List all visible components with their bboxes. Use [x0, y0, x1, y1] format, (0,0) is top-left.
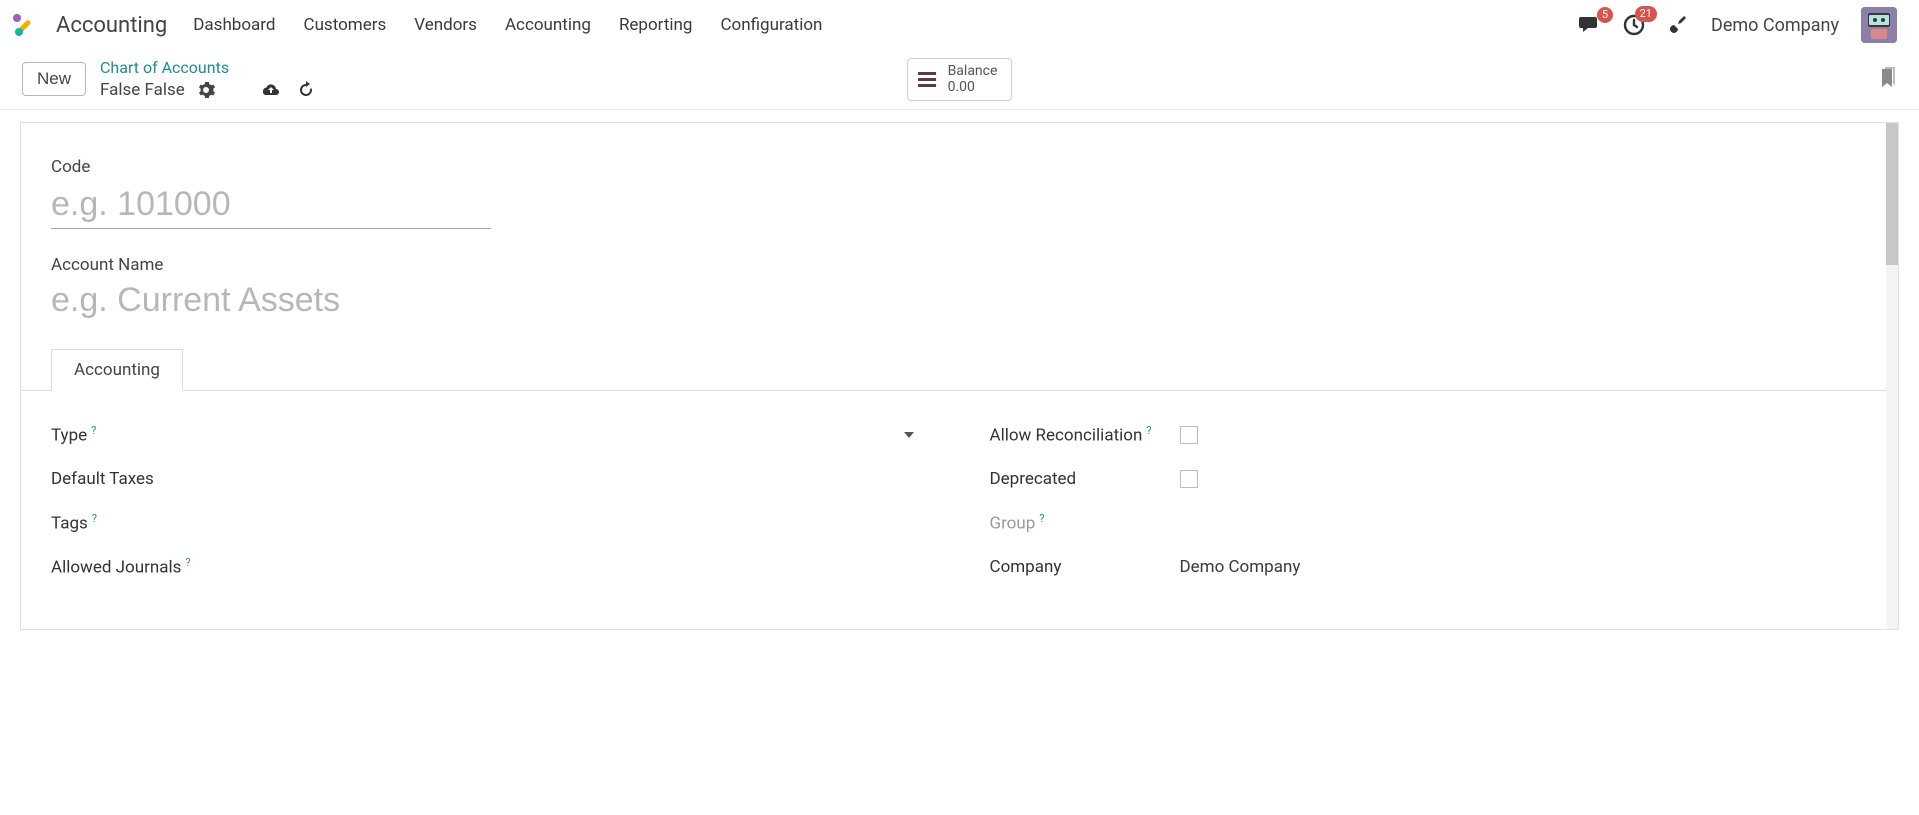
discard-icon[interactable] — [297, 81, 315, 99]
account-name-input[interactable] — [51, 279, 651, 322]
messages-badge: 5 — [1597, 7, 1613, 23]
hamburger-icon — [918, 72, 936, 87]
code-label: Code — [51, 157, 1868, 177]
help-icon[interactable]: ? — [1146, 424, 1151, 437]
group-label: Group — [990, 514, 1036, 534]
company-value: Demo Company — [1180, 557, 1301, 577]
left-column: Type? Default Taxes — [51, 413, 930, 589]
code-input[interactable] — [51, 181, 491, 229]
tags-label: Tags — [51, 514, 88, 534]
activities-icon[interactable]: 21 — [1623, 14, 1645, 36]
help-icon[interactable]: ? — [91, 424, 96, 437]
allowed-journals-label: Allowed Journals — [51, 558, 181, 578]
breadcrumb: Chart of Accounts False False — [100, 58, 315, 101]
tab-accounting[interactable]: Accounting — [51, 349, 183, 391]
nav-item-configuration[interactable]: Configuration — [720, 15, 822, 35]
default-taxes-label: Default Taxes — [51, 469, 241, 489]
navbar: Accounting Dashboard Customers Vendors A… — [0, 0, 1919, 50]
breadcrumb-current: False False — [100, 79, 185, 101]
tab-page-accounting: Type? Default Taxes — [21, 391, 1898, 629]
nav-item-reporting[interactable]: Reporting — [619, 15, 693, 35]
activities-badge: 21 — [1635, 6, 1657, 22]
deprecated-checkbox[interactable] — [1180, 470, 1198, 488]
type-label: Type — [51, 426, 87, 446]
bookmark-icon[interactable] — [1879, 67, 1897, 91]
breadcrumb-parent[interactable]: Chart of Accounts — [100, 58, 315, 79]
messages-icon[interactable]: 5 — [1579, 15, 1601, 35]
app-logo[interactable] — [10, 10, 40, 40]
cloud-upload-icon[interactable] — [261, 82, 281, 98]
nav-item-dashboard[interactable]: Dashboard — [193, 15, 275, 35]
company-selector[interactable]: Demo Company — [1711, 15, 1839, 36]
nav-item-vendors[interactable]: Vendors — [414, 15, 477, 35]
form-sheet: Code Account Name Accounting Type? — [20, 122, 1899, 630]
avatar[interactable] — [1861, 7, 1897, 43]
company-label: Company — [990, 557, 1180, 577]
control-bar: New Chart of Accounts False False Balanc… — [0, 50, 1919, 110]
form-container: Code Account Name Accounting Type? — [0, 110, 1919, 630]
nav-item-customers[interactable]: Customers — [304, 15, 387, 35]
systray: 5 21 Demo Company — [1579, 7, 1897, 43]
help-icon[interactable]: ? — [1039, 512, 1044, 525]
help-icon[interactable]: ? — [185, 556, 190, 569]
tools-icon[interactable] — [1667, 14, 1689, 36]
type-field[interactable] — [241, 432, 930, 438]
balance-stat-button[interactable]: Balance 0.00 — [907, 58, 1013, 100]
chevron-down-icon — [904, 432, 914, 438]
allow-reconciliation-checkbox[interactable] — [1180, 426, 1198, 444]
deprecated-label: Deprecated — [990, 469, 1180, 489]
right-column: Allow Reconciliation? Deprecated Group? — [990, 413, 1869, 589]
app-name[interactable]: Accounting — [56, 13, 167, 38]
new-button[interactable]: New — [22, 62, 86, 96]
nav-item-accounting[interactable]: Accounting — [505, 15, 591, 35]
allow-reconciliation-label: Allow Reconciliation — [990, 426, 1143, 446]
gear-icon[interactable] — [197, 81, 215, 99]
stat-value: 0.00 — [948, 79, 998, 95]
help-icon[interactable]: ? — [92, 512, 97, 525]
stat-label: Balance — [948, 63, 998, 79]
scrollbar[interactable] — [1886, 123, 1898, 629]
account-name-label: Account Name — [51, 255, 1868, 275]
notebook: Accounting Type? — [51, 348, 1868, 629]
nav-items: Dashboard Customers Vendors Accounting R… — [193, 15, 822, 35]
